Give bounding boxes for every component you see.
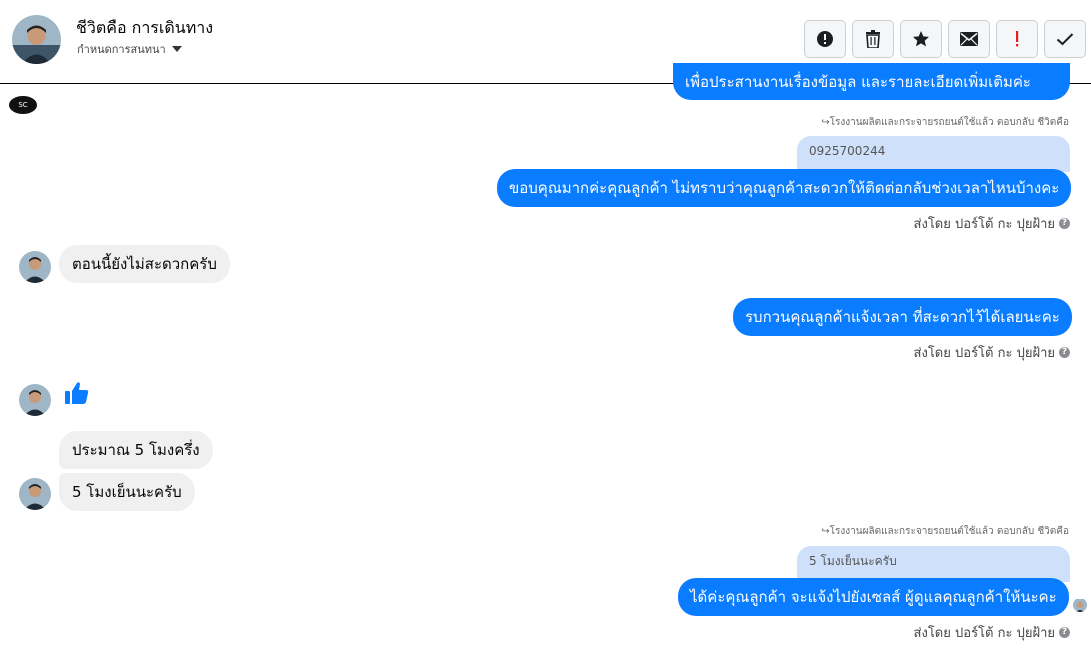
assign-label: กำหนดการสนทนา	[77, 43, 166, 56]
seen-indicator-avatar	[1073, 598, 1087, 612]
incoming-message[interactable]: 5 โมงเย็นนะครับ	[59, 473, 195, 511]
assign-conversation-dropdown[interactable]: กำหนดการสนทนา	[77, 40, 182, 58]
star-button[interactable]	[900, 20, 942, 58]
reply-note: ↪โรงงานผลิตและกระจายรถยนต์ใช้แล้ว ตอบกลั…	[821, 117, 1069, 128]
outgoing-message[interactable]: ขอบคุณมากค่ะคุณลูกค้า ไม่ทราบว่าคุณลูกค้…	[497, 169, 1072, 207]
help-icon[interactable]: ?	[1059, 627, 1070, 638]
contact-avatar-small[interactable]	[19, 384, 51, 416]
help-icon[interactable]: ?	[1059, 218, 1070, 229]
alert-circle-icon	[817, 31, 833, 47]
check-icon	[1056, 33, 1074, 46]
reply-arrow-icon: ↪	[821, 117, 830, 128]
reply-note: ↪โรงงานผลิตและกระจายรถยนต์ใช้แล้ว ตอบกลั…	[821, 526, 1069, 537]
incoming-message[interactable]: ตอนนี้ยังไม่สะดวกครับ	[59, 245, 230, 283]
outgoing-message-partial[interactable]: เพื่อประสานงานเรื่องข้อมูล และรายละเอียด…	[673, 63, 1070, 100]
sent-by-label: ส่งโดย ปอร์โต้ กะ ปุยฝ้าย ?	[914, 622, 1070, 643]
mark-unread-button[interactable]	[948, 20, 990, 58]
envelope-icon	[960, 32, 978, 46]
quoted-message[interactable]: 5 โมงเย็นนะครับ	[797, 546, 1070, 582]
exclamation-icon	[1016, 31, 1019, 47]
mark-spam-button[interactable]	[804, 20, 846, 58]
outgoing-message[interactable]: รบกวนคุณลูกค้าแจ้งเวลา ที่สะดวกไว้ได้เลย…	[733, 298, 1072, 336]
incoming-message[interactable]: ประมาณ 5 โมงครึ่ง	[59, 431, 213, 469]
contact-avatar-small[interactable]	[19, 251, 51, 283]
trash-icon	[866, 30, 880, 48]
star-icon	[913, 31, 929, 47]
caret-down-icon	[171, 46, 182, 52]
outgoing-message[interactable]: ได้ค่ะคุณลูกค้า จะแจ้งไปยังเซลส์ ผู้ดูแล…	[678, 578, 1069, 616]
conversation-toolbar	[804, 20, 1086, 58]
page-logo: SC	[9, 96, 37, 114]
follow-up-button[interactable]	[996, 20, 1038, 58]
contact-avatar[interactable]	[12, 15, 61, 64]
quoted-message[interactable]: 0925700244	[797, 136, 1070, 172]
thumbs-up-icon[interactable]	[64, 380, 90, 410]
contact-name[interactable]: ชีวิตคือ การเดินทาง	[76, 16, 213, 41]
mark-done-button[interactable]	[1044, 20, 1086, 58]
help-icon[interactable]: ?	[1059, 347, 1070, 358]
message-text: เพื่อประสานงานเรื่องข้อมูล และรายละเอียด…	[685, 73, 1031, 91]
reply-arrow-icon: ↪	[821, 526, 830, 537]
contact-avatar-small[interactable]	[19, 478, 51, 510]
sent-by-label: ส่งโดย ปอร์โต้ กะ ปุยฝ้าย ?	[914, 342, 1070, 363]
sent-by-label: ส่งโดย ปอร์โต้ กะ ปุยฝ้าย ?	[914, 213, 1070, 234]
delete-button[interactable]	[852, 20, 894, 58]
